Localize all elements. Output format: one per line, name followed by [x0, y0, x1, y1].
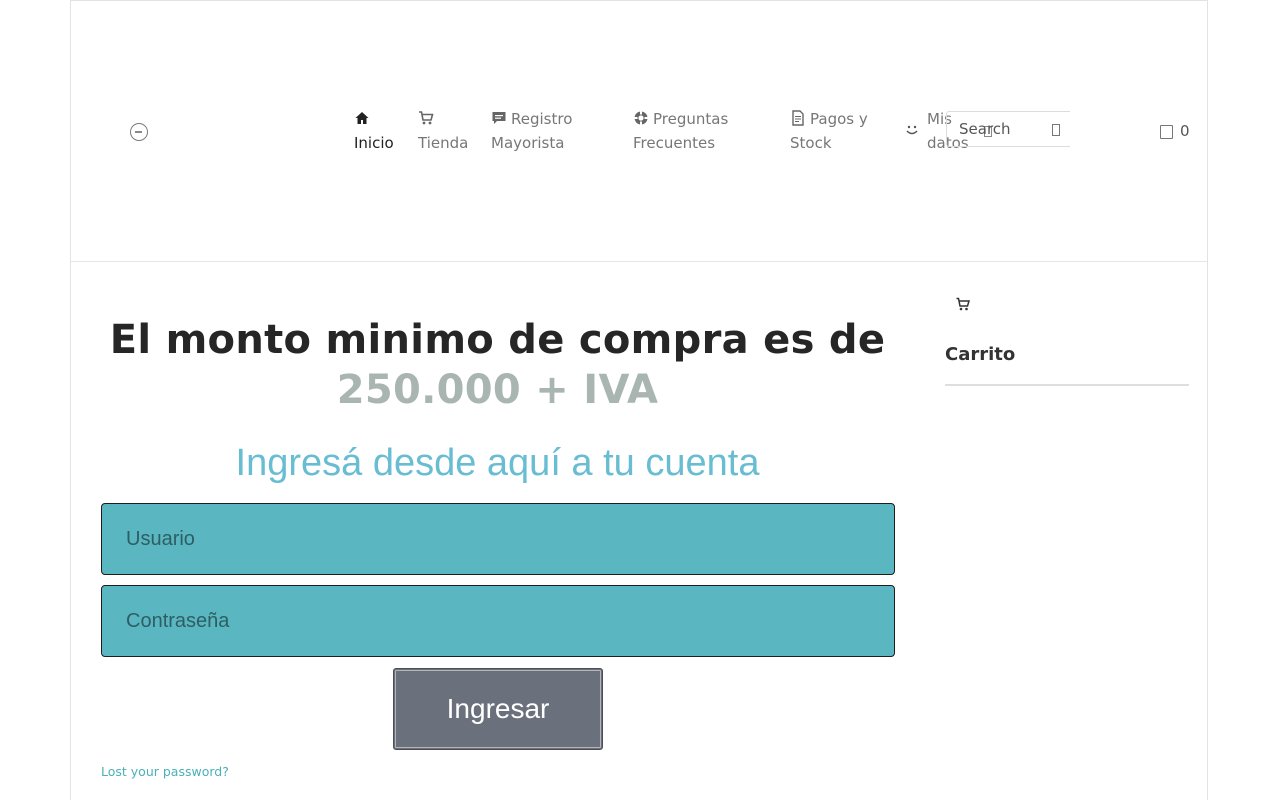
- login-subheading: Ingresá desde aquí a tu cuenta: [235, 442, 760, 484]
- nav-item-label-line2: Mayorista: [491, 134, 565, 152]
- cart-icon[interactable]: [1160, 125, 1173, 139]
- nav-item-pagos-stock[interactable]: Pagos y Stock: [790, 107, 868, 155]
- search-icon[interactable]: [1052, 124, 1060, 136]
- nav-item-label-line2: Frecuentes: [633, 134, 716, 152]
- minimum-purchase-amount: 250.000 + IVA: [336, 367, 659, 413]
- home-icon: [354, 110, 370, 126]
- search-field: [946, 111, 1070, 147]
- lifebuoy-icon: [633, 110, 649, 126]
- username-field: [101, 503, 895, 575]
- username-input[interactable]: [102, 504, 894, 574]
- nav-item-label: Inicio: [354, 134, 394, 152]
- login-submit-button[interactable]: Ingresar: [393, 668, 603, 750]
- nav-item-registro-mayorista[interactable]: Registro Mayorista: [491, 107, 572, 155]
- smile-icon: [904, 122, 920, 138]
- nav-item-preguntas-frecuentes[interactable]: Preguntas Frecuentes: [633, 107, 728, 155]
- search-input[interactable]: [947, 112, 1049, 146]
- nav-item-label-line1: Registro: [511, 110, 573, 128]
- lost-password-link[interactable]: Lost your password?: [101, 764, 229, 779]
- nav-item-label-line1: Preguntas: [653, 110, 729, 128]
- nav-item-label: Tienda: [418, 134, 469, 152]
- sidebar-divider: [945, 384, 1189, 386]
- nav-item-tienda[interactable]: Tienda: [418, 107, 468, 155]
- nav-item-label-line1: Pagos y: [810, 110, 868, 128]
- cart-icon: [418, 110, 434, 126]
- sidebar-cart-title: Carrito: [945, 344, 1016, 365]
- password-input[interactable]: [102, 586, 894, 656]
- sidebar-cart-icon: [955, 296, 971, 312]
- password-field: [101, 585, 895, 657]
- minimum-purchase-heading: El monto minimo de compra es de 250.000 …: [100, 315, 895, 415]
- minimum-purchase-text: El monto minimo de compra es de: [109, 317, 886, 363]
- nav-item-label-line2: Stock: [790, 134, 832, 152]
- nav-item-inicio[interactable]: Inicio: [354, 107, 394, 155]
- comment-icon: [491, 110, 507, 126]
- site-logo[interactable]: [130, 123, 148, 141]
- document-icon: [790, 110, 806, 126]
- cart-count[interactable]: 0: [1180, 119, 1190, 143]
